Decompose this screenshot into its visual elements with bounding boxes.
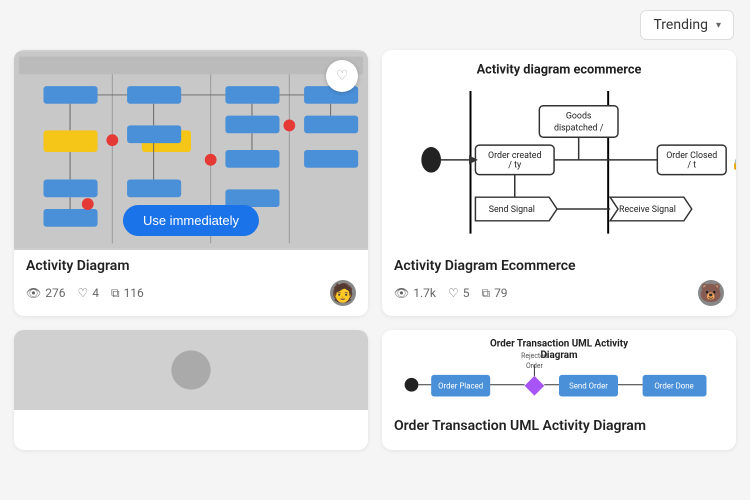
order-transaction-diagram-image: Order Transaction UML Activity Diagram O… (382, 330, 736, 410)
likes-count-2: 5 (463, 286, 470, 300)
views-icon-1: 👁 (26, 286, 41, 300)
card-ecommerce: Activity diagram ecommerce Order created… (382, 50, 736, 316)
card-info-4: Order Transaction UML Activity Diagram (382, 410, 736, 450)
avatar-1: 🧑 (330, 280, 356, 306)
svg-text:/ ty: / ty (508, 161, 522, 171)
svg-text:Goods: Goods (566, 112, 592, 122)
trending-label: Trending (653, 17, 708, 33)
svg-text:Order Closed: Order Closed (666, 151, 717, 161)
card-stats-1: 👁 276 ♡ 4 ⧉ 116 🧑 (26, 280, 356, 306)
views-stat-2: 👁 1.7k (394, 286, 436, 300)
card-image-wrapper-3[interactable] (14, 330, 368, 410)
avatar-2: 🐻 (698, 280, 724, 306)
chevron-down-icon: ▾ (716, 20, 721, 31)
avatar-emoji-2: 🐻 (700, 283, 722, 304)
heart-icon-1: ♡ (77, 286, 88, 300)
card-title-2: Activity Diagram Ecommerce (394, 258, 724, 274)
copies-stat-1: ⧉ 116 (111, 286, 144, 301)
svg-text:🔒: 🔒 (731, 157, 736, 171)
bottom-left-diagram-image (14, 330, 368, 410)
svg-text:Order Placed: Order Placed (438, 382, 483, 391)
svg-text:Order Done: Order Done (654, 382, 693, 391)
copies-count-1: 116 (124, 286, 144, 300)
top-bar: Trending ▾ (0, 0, 750, 50)
svg-text:dispatched /: dispatched / (554, 123, 604, 133)
use-immediately-button-1[interactable]: Use immediately (123, 205, 259, 236)
svg-text:Send Signal: Send Signal (489, 205, 535, 215)
svg-text:Activity diagram ecommerce: Activity diagram ecommerce (477, 62, 642, 77)
likes-stat-1: ♡ 4 (77, 286, 99, 300)
svg-text:Rejected: Rejected (521, 352, 548, 360)
svg-text:Order Transaction UML Activity: Order Transaction UML Activity (490, 338, 628, 349)
card-bottom-left (14, 330, 368, 450)
svg-text:Order created: Order created (488, 151, 541, 161)
card-title-1: Activity Diagram (26, 258, 356, 274)
card-image-wrapper-2[interactable]: Activity diagram ecommerce Order created… (382, 50, 736, 250)
copy-icon-2: ⧉ (481, 286, 490, 301)
card-info-2: Activity Diagram Ecommerce 👁 1.7k ♡ 5 ⧉ … (382, 250, 736, 316)
copies-count-2: 79 (494, 286, 508, 300)
avatar-image-1: 🧑 (332, 283, 354, 304)
ecommerce-diagram-image: Activity diagram ecommerce Order created… (382, 50, 736, 250)
views-count-2: 1.7k (413, 286, 436, 300)
svg-text:Receive Signal: Receive Signal (619, 205, 676, 215)
card-image-wrapper-4[interactable]: Order Transaction UML Activity Diagram O… (382, 330, 736, 410)
favorite-button-1[interactable]: ♡ (326, 60, 358, 92)
card-image-wrapper-1[interactable]: ♡ Use immediately (14, 50, 368, 250)
card-stats-2: 👁 1.7k ♡ 5 ⧉ 79 🐻 (394, 280, 724, 306)
cards-grid: ♡ Use immediately Activity Diagram 👁 276… (0, 50, 750, 464)
likes-count-1: 4 (92, 286, 99, 300)
svg-text:Send Order: Send Order (569, 382, 608, 391)
card-order-transaction: Order Transaction UML Activity Diagram O… (382, 330, 736, 450)
card-activity-diagram: ♡ Use immediately Activity Diagram 👁 276… (14, 50, 368, 316)
heart-icon-2: ♡ (448, 286, 459, 300)
copies-stat-2: ⧉ 79 (481, 286, 507, 301)
views-count-1: 276 (45, 286, 65, 300)
svg-text:/ t: / t (687, 161, 696, 171)
trending-dropdown[interactable]: Trending ▾ (640, 10, 734, 40)
views-icon-2: 👁 (394, 286, 409, 300)
likes-stat-2: ♡ 5 (448, 286, 470, 300)
card-title-4: Order Transaction UML Activity Diagram (394, 418, 724, 434)
views-stat-1: 👁 276 (26, 286, 65, 300)
copy-icon-1: ⧉ (111, 286, 120, 301)
card-info-1: Activity Diagram 👁 276 ♡ 4 ⧉ 116 🧑 (14, 250, 368, 316)
